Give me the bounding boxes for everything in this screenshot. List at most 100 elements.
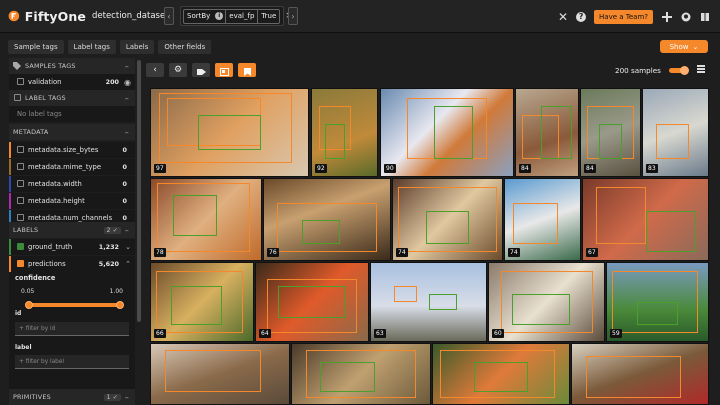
slider-max-knob[interactable] [116, 301, 124, 309]
have-a-team-button[interactable]: Have a Team? [594, 9, 653, 24]
stage-field[interactable]: eval_fp [226, 10, 257, 23]
view-back-button[interactable]: ‹ [164, 7, 174, 25]
app-logo[interactable]: FiftyOne [8, 6, 86, 26]
tile-badge: 90 [384, 164, 396, 173]
collapse-icon[interactable]: – [125, 62, 129, 71]
collapse-icon[interactable]: – [125, 128, 129, 137]
sample-tile[interactable]: 83 [642, 88, 709, 177]
view-bar[interactable]: SortBy i eval_fp True × [180, 6, 293, 26]
sample-tile[interactable]: 74 [392, 178, 503, 261]
sidebar-item-metadata-width[interactable]: metadata.width 0 [9, 176, 135, 192]
ground-truth-box [171, 286, 223, 326]
sample-tile[interactable]: 64 [255, 262, 369, 342]
sample-tile[interactable]: 84 [515, 88, 579, 177]
sidebar-tabs: Sample tags Label tags Labels Other fiel… [0, 34, 720, 60]
sidebar-scrollbar[interactable] [137, 60, 141, 322]
id-filter-label: id [15, 310, 22, 317]
ground-truth-box [512, 294, 570, 326]
prediction-box [656, 123, 689, 159]
collapse-icon[interactable]: – [125, 94, 129, 103]
chevron-down-icon[interactable]: ⌄ [125, 243, 131, 251]
checkbox[interactable] [14, 94, 21, 101]
sample-tile[interactable]: 59 [606, 262, 709, 342]
sample-tile[interactable]: 97 [150, 88, 309, 177]
sample-tile[interactable]: 60 [488, 262, 605, 342]
patches-icon [219, 61, 229, 80]
checkbox[interactable] [17, 180, 24, 187]
id-filter-input[interactable]: + filter by id [15, 322, 129, 336]
stage-value[interactable]: True [258, 10, 279, 23]
checkbox[interactable] [17, 260, 24, 267]
sidebar-item-validation[interactable]: validation 200 ◉ [9, 74, 135, 90]
label-filter-input[interactable]: + filter by label [15, 355, 129, 369]
slack-icon[interactable] [661, 11, 672, 22]
sample-tile[interactable]: 67 [582, 178, 709, 261]
sample-tile[interactable]: 74 [504, 178, 581, 261]
tile-badge: 63 [374, 329, 386, 338]
label-tags-header[interactable]: LABEL TAGS – [9, 90, 135, 106]
tab-labels[interactable]: Labels [119, 40, 155, 54]
slider-min-knob[interactable] [25, 301, 33, 309]
collapse-icon[interactable]: – [125, 226, 129, 235]
top-bar: FiftyOne detection_dataset ‹ SortBy i ev… [0, 0, 720, 33]
help-icon[interactable]: ? [576, 11, 587, 22]
view-stage[interactable]: SortBy i eval_fp True [183, 8, 281, 24]
samples-tags-header[interactable]: SAMPLES TAGS – [9, 58, 135, 74]
info-icon[interactable]: i [215, 12, 224, 20]
tag-button[interactable] [192, 63, 210, 77]
ground-truth-box [598, 123, 623, 159]
sample-tile[interactable] [571, 343, 709, 405]
sample-tile[interactable]: 76 [263, 178, 391, 261]
stage-name: SortBy [187, 11, 211, 20]
sample-tile[interactable]: 63 [370, 262, 487, 342]
grid-layout-icon[interactable] [697, 65, 705, 75]
github-icon[interactable] [680, 11, 691, 22]
labels-header[interactable]: LABELS 2 ✓ – [9, 222, 135, 238]
metadata-header[interactable]: METADATA – [9, 124, 135, 140]
sidebar-item-metadata-mime-type[interactable]: metadata.mime_type 0 [9, 159, 135, 175]
sidebar-item-metadata-height[interactable]: metadata.height 0 [9, 193, 135, 209]
chevron-up-icon[interactable]: ⌃ [125, 260, 131, 268]
dataset-name[interactable]: detection_dataset [92, 11, 169, 21]
sample-tile[interactable] [291, 343, 431, 405]
view-forward-button[interactable]: › [288, 7, 298, 25]
sample-tile[interactable]: 92 [311, 88, 378, 177]
grid-zoom-slider[interactable] [669, 66, 689, 75]
primitives-header[interactable]: PRIMITIVES 1 ✓ – [9, 389, 135, 405]
ground-truth-box [301, 219, 340, 244]
confidence-min: 0.05 [21, 288, 35, 295]
checkbox[interactable] [17, 243, 24, 250]
show-label: Show [669, 42, 689, 51]
show-button[interactable]: Show ⌄ [660, 40, 708, 53]
checkbox[interactable] [17, 78, 24, 85]
ground-truth-box [325, 123, 345, 159]
close-icon[interactable]: ✕ [558, 10, 568, 24]
tab-other-fields[interactable]: Other fields [158, 40, 212, 54]
prediction-box [512, 203, 558, 244]
sample-tile[interactable]: 90 [380, 88, 514, 177]
checkbox[interactable] [17, 146, 24, 153]
checkbox[interactable] [17, 163, 24, 170]
settings-button[interactable]: ⚙ [169, 63, 187, 77]
sample-tile[interactable] [150, 343, 290, 405]
sample-tile[interactable]: 84 [580, 88, 641, 177]
ground-truth-box [637, 302, 678, 326]
checkbox[interactable] [17, 197, 24, 204]
sidebar-item-ground-truth[interactable]: ground_truth 1,232 ⌄ [9, 239, 135, 255]
bookmark-button[interactable] [238, 63, 256, 77]
tab-label-tags[interactable]: Label tags [67, 40, 116, 54]
collapse-icon[interactable]: – [125, 393, 129, 402]
sidebar-item-metadata-size-bytes[interactable]: metadata.size_bytes 0 [9, 142, 135, 158]
patches-button[interactable] [215, 63, 233, 77]
tab-sample-tags[interactable]: Sample tags [8, 40, 64, 54]
ground-truth-box [645, 211, 696, 252]
sample-tile[interactable] [432, 343, 570, 405]
confidence-slider[interactable] [9, 299, 135, 311]
book-icon[interactable] [699, 11, 710, 22]
sample-tile[interactable]: 78 [150, 178, 262, 261]
checkbox[interactable] [17, 214, 24, 221]
sidebar-item-predictions[interactable]: predictions 5,620 ⌃ [9, 256, 135, 272]
sidebar-toggle-button[interactable]: ‹ [146, 63, 164, 77]
eye-icon[interactable]: ◉ [124, 78, 131, 87]
sample-tile[interactable]: 66 [150, 262, 254, 342]
